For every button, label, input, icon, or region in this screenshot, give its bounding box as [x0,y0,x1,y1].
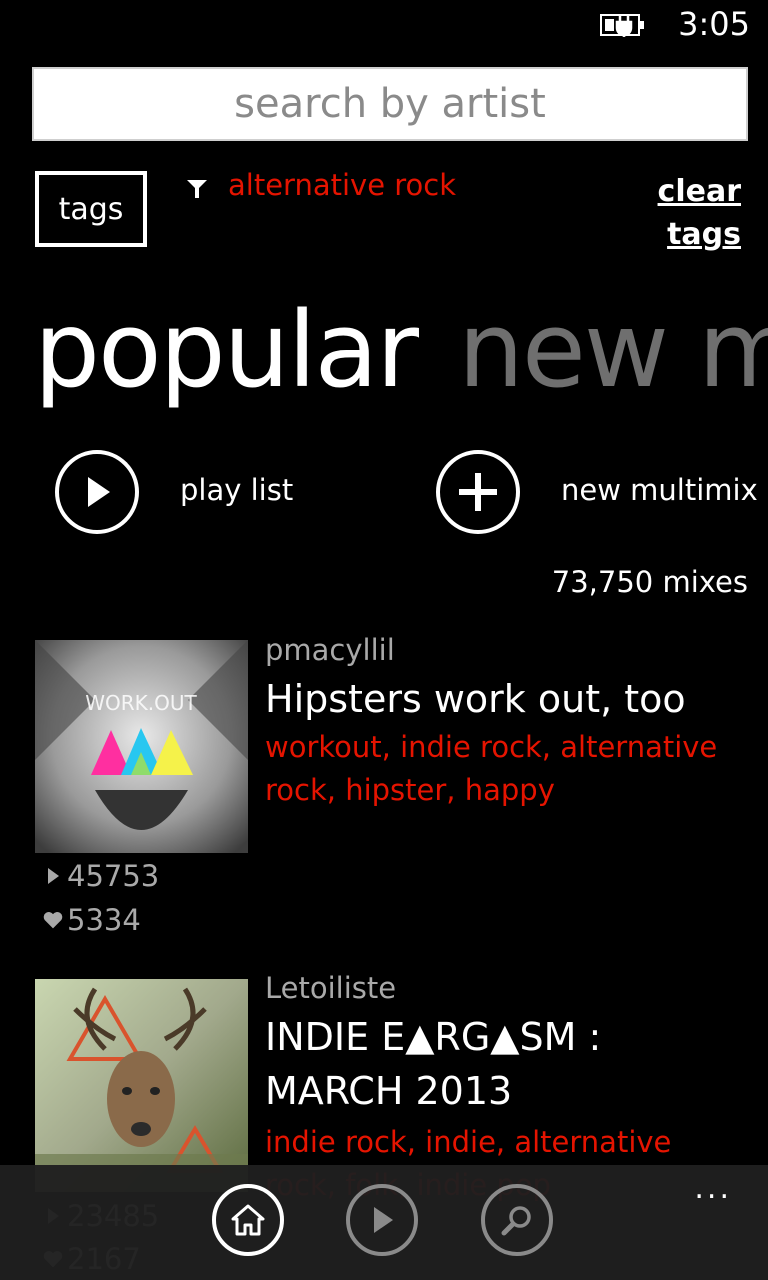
more-options-button[interactable]: ... [694,1174,732,1204]
mix-cover[interactable] [35,979,248,1192]
mix-title[interactable]: INDIE E▲RG▲SM : MARCH 2013 [265,1010,745,1118]
clear-tags-link[interactable]: clear tags [641,170,741,256]
filter-icon [187,180,207,198]
home-icon [231,1204,265,1236]
like-count-value: 5334 [67,903,141,937]
like-count: 5334 [43,900,141,940]
clear-tags-line1: clear [657,174,741,209]
play-count-value: 45753 [67,859,160,893]
workout-cover-art: WORK.OUT [35,640,248,853]
mix-title[interactable]: Hipsters work out, too [265,672,745,726]
clear-tags-line2: tags [667,217,741,252]
search-icon [501,1206,531,1236]
search-input[interactable] [32,67,748,141]
heart-icon [43,909,63,931]
play-list-button[interactable] [55,450,139,534]
new-multimix-label[interactable]: new multimix [561,470,758,510]
deer-cover-art [35,979,248,1192]
active-tag[interactable]: alternative rock [228,166,456,204]
mix-count: 73,750 mixes [551,565,748,599]
play-count: 45753 [43,856,159,896]
play-icon [374,1207,393,1233]
mix-user[interactable]: Letoiliste [265,970,396,1006]
play-icon [88,477,110,507]
mix-title-line2: MARCH 2013 [265,1069,513,1113]
new-multimix-button[interactable] [436,450,520,534]
mix-cover[interactable]: WORK.OUT [35,640,248,853]
home-button[interactable] [212,1184,284,1256]
pivot-new[interactable]: new m [458,290,768,410]
battery-charging-icon [600,14,644,37]
pivot-popular[interactable]: popular [34,290,419,410]
search-button[interactable] [481,1184,553,1256]
cover-text: WORK.OUT [85,691,197,715]
tags-button-label: tags [58,191,124,227]
tags-button[interactable]: tags [35,171,147,247]
mix-user[interactable]: pmacyllil [265,632,395,668]
play-count-icon [43,866,63,886]
now-playing-button[interactable] [346,1184,418,1256]
play-list-label[interactable]: play list [180,470,293,510]
mix-title-line1: INDIE E▲RG▲SM : [265,1015,602,1059]
status-time: 3:05 [678,5,750,43]
mix-tags[interactable]: workout, indie rock, alternative rock, h… [265,726,745,812]
plus-icon [459,473,497,511]
